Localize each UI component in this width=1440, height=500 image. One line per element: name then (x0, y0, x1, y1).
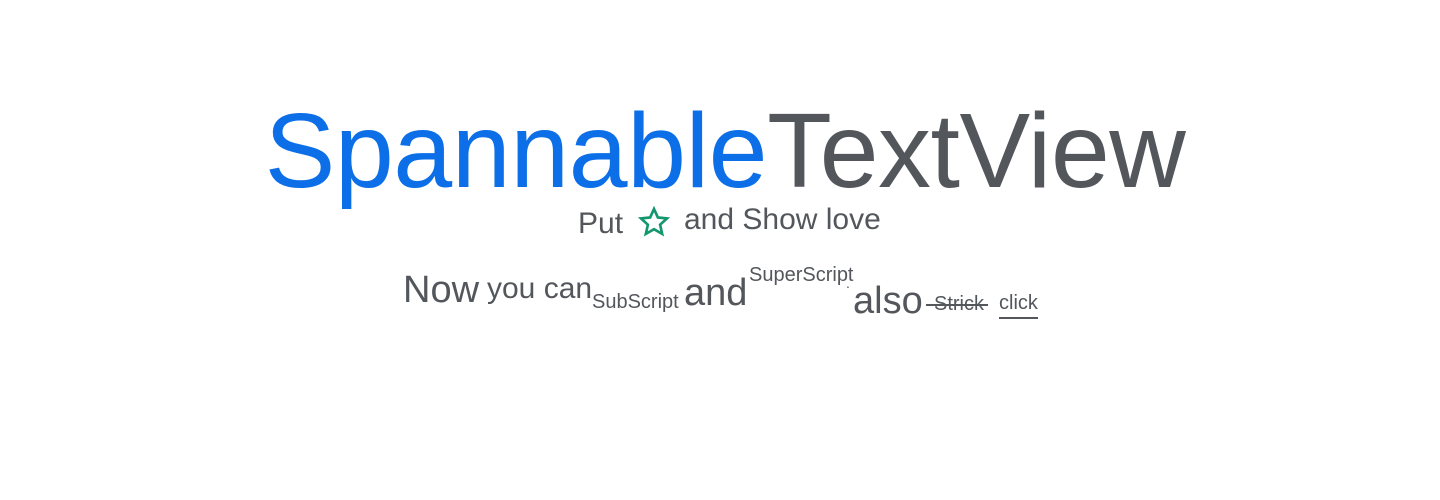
word-now: Now (403, 269, 480, 311)
love-suffix: and Show love (684, 203, 881, 236)
click-link[interactable]: click (999, 291, 1038, 319)
styles-line: Now you can SubScript and SuperScript . … (0, 0, 1440, 500)
word-and: and (684, 272, 748, 314)
title-highlight: Spannable (264, 92, 768, 210)
superscript-text: SuperScript (749, 264, 854, 286)
title-rest: TextView (767, 92, 1186, 210)
subscript-text: SubScript (592, 291, 679, 313)
star-outline-icon[interactable] (637, 205, 671, 238)
word-you-can: you can (487, 272, 593, 305)
superscript-dot: . (846, 275, 850, 291)
word-also: also (853, 280, 923, 322)
strikethrough-text: Strick (926, 293, 988, 315)
spannable-title: SpannableTextView (0, 92, 1440, 210)
love-prefix: Put (578, 207, 624, 240)
